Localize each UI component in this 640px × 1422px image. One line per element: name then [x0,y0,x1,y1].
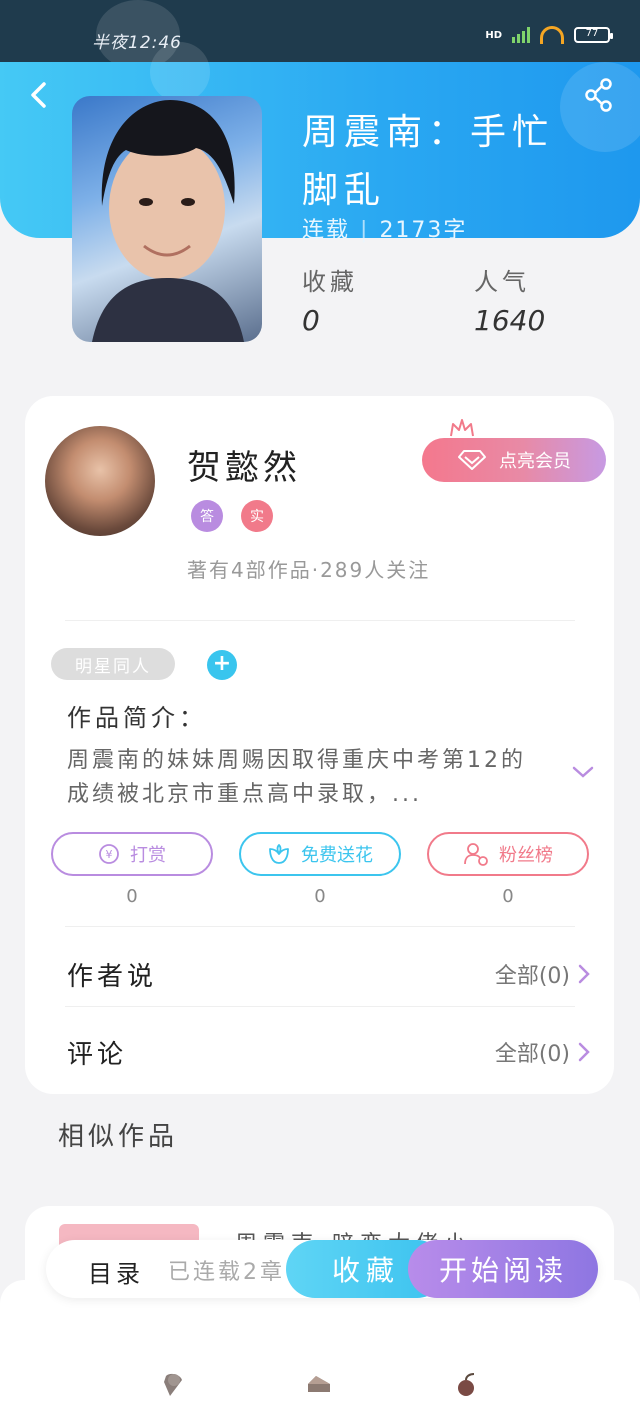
add-tag-button[interactable]: + [207,650,237,680]
send-flower-button[interactable]: 免费送花 [239,832,401,876]
status-bar: 半夜12:46 HD 77 [0,0,640,70]
wifi-icon [540,26,564,44]
crown-icon [450,419,474,437]
chevron-down-icon[interactable] [571,764,595,780]
author-name[interactable]: 贺懿然 [187,440,301,489]
book-title: 周震南：手忙脚乱 [302,112,555,211]
intro-text: 周震南的妹妹周赐因取得重庆中考第12的成绩被北京市重点高中录取，... [67,748,526,807]
favorites-label: 收藏 [302,268,358,296]
fan-rank-button[interactable]: 粉丝榜 [427,832,589,876]
diamond-icon [458,450,486,470]
network-type: HD [485,29,502,41]
battery-level: 77 [585,28,599,39]
author-says-link[interactable]: 全部(0) [495,958,590,990]
author-card: 贺懿然 答 实 点亮会员 著有4部作品·289人关注 明星同人 + 作品简介： … [25,396,614,1094]
user-rank-icon [464,843,488,866]
yuan-coin-icon: ¥ [99,844,119,864]
status-icons: HD 77 [485,26,613,44]
comments-label: 评论 [67,1040,128,1070]
bottom-nav [0,1280,640,1422]
back-icon[interactable] [24,80,54,110]
comments-count: 全部(0) [494,1042,570,1067]
chevron-right-icon [578,964,590,984]
reward-count: 0 [126,886,138,907]
divider [65,1006,575,1007]
divider [65,926,575,927]
badge-answer: 答 [191,500,223,532]
table-of-contents-button[interactable]: 目录 [88,1254,144,1289]
chevron-right-icon [578,1042,590,1062]
book-meta: 连载 | 2173字 [302,218,468,243]
signal-icon [512,27,530,43]
reward-button[interactable]: ¥ 打赏 [51,832,213,876]
book-status: 连载 [302,218,351,243]
popularity-label: 人气 [474,268,530,296]
flower-count: 0 [314,886,326,907]
comments-link[interactable]: 全部(0) [495,1036,590,1068]
word-count: 2173字 [379,218,468,243]
author-avatar[interactable] [45,426,155,536]
cover-portrait [92,100,244,342]
share-icon[interactable] [584,78,614,112]
send-flower-label: 免费送花 [301,845,373,866]
ice-cream-icon[interactable] [160,1372,186,1398]
intro-label: 作品简介： [67,704,207,732]
start-reading-button[interactable]: 开始阅读 [408,1240,598,1298]
reading-action-bar: 目录 已连载2章 收藏 开始阅读 [46,1240,598,1298]
fan-rank-label: 粉丝榜 [499,845,553,866]
decor-bubble [150,42,210,102]
author-says-count: 全部(0) [494,964,570,989]
cake-icon[interactable] [306,1372,332,1398]
similar-works-title: 相似作品 [58,1122,179,1152]
serial-status: 已连载2章 [168,1260,285,1285]
badge-verified: 实 [241,500,273,532]
popularity-value: 1640 [474,304,546,337]
author-says-label: 作者说 [67,962,158,992]
book-cover[interactable] [72,96,262,342]
vip-label: 点亮会员 [499,451,571,472]
divider [65,620,575,621]
fan-count: 0 [502,886,514,907]
svg-text:¥: ¥ [106,848,113,861]
battery-icon: 77 [574,27,613,43]
cherry-icon[interactable] [454,1372,480,1398]
genre-tag[interactable]: 明星同人 [51,648,175,680]
reward-label: 打赏 [130,845,166,866]
favorites-value: 0 [302,304,320,337]
author-stats: 著有4部作品·289人关注 [187,558,431,582]
flower-icon [269,844,289,864]
vip-button[interactable]: 点亮会员 [422,438,606,482]
